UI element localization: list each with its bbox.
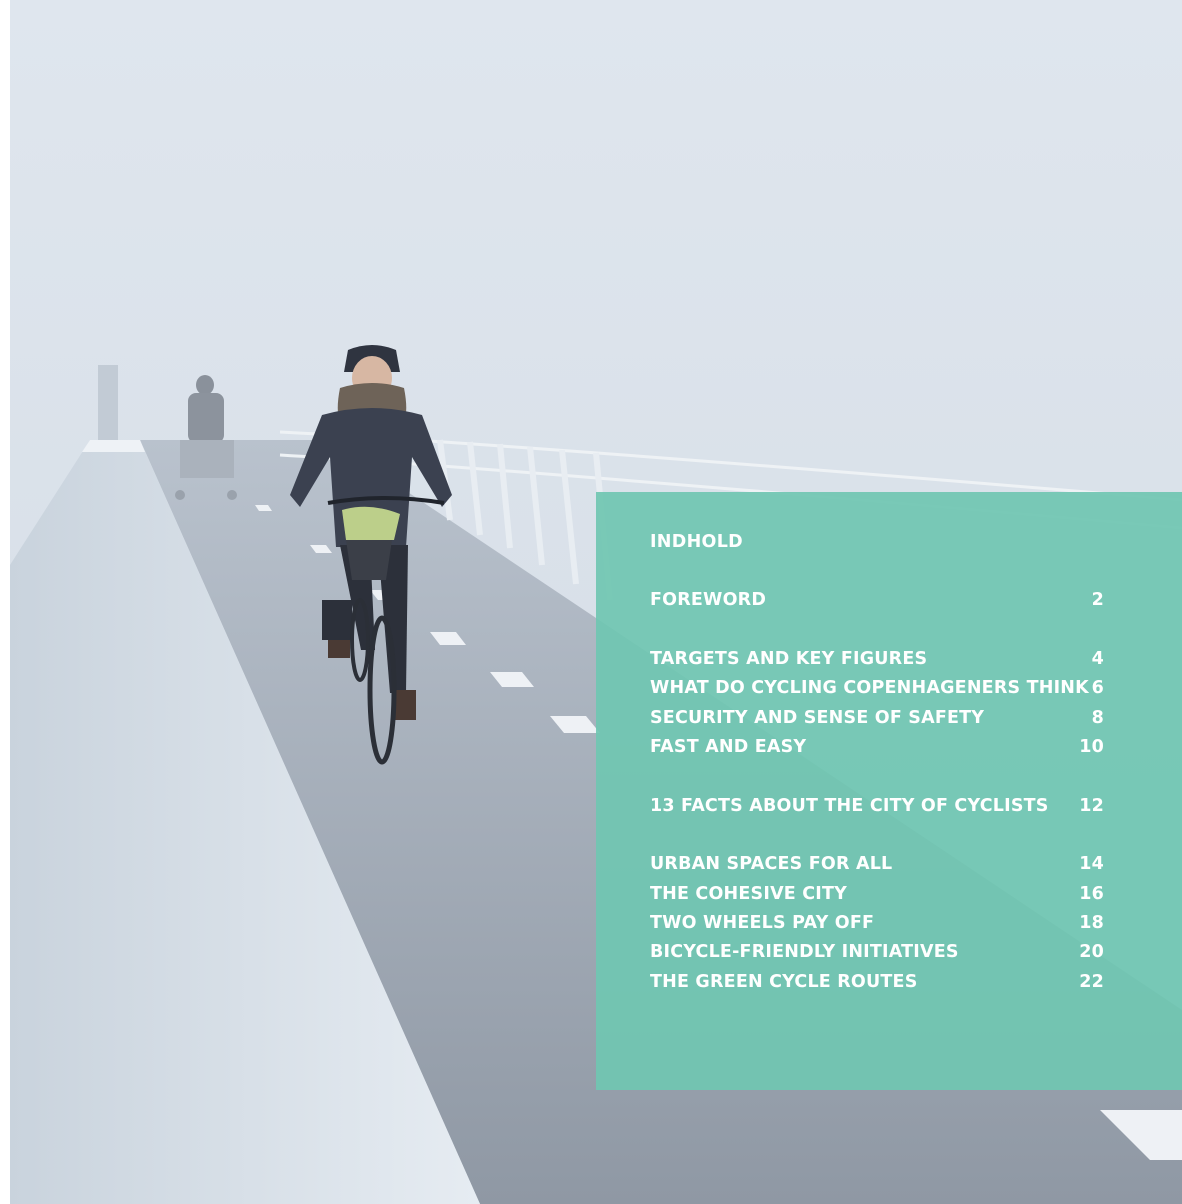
toc-entry-page: 4 xyxy=(1091,649,1104,669)
toc-entry-title: FOREWORD xyxy=(650,590,767,610)
toc-entry-title: FAST AND EASY xyxy=(650,737,807,757)
toc-entry: THE COHESIVE CITY 16 xyxy=(650,884,1104,908)
toc-entry-page: 10 xyxy=(1079,737,1104,757)
toc-entry-page: 8 xyxy=(1091,708,1104,728)
toc-entry: WHAT DO CYCLING COPENHAGENERS THINK 6 xyxy=(650,678,1104,702)
toc-entry-page: 22 xyxy=(1079,972,1104,992)
toc-entry: SECURITY AND SENSE OF SAFETY 8 xyxy=(650,708,1104,732)
toc-entry-title: SECURITY AND SENSE OF SAFETY xyxy=(650,708,985,728)
toc-entry-title: URBAN SPACES FOR ALL xyxy=(650,854,893,874)
toc-entry-title: 13 FACTS ABOUT THE CITY OF CYCLISTS xyxy=(650,796,1049,816)
toc-entry: 13 FACTS ABOUT THE CITY OF CYCLISTS 12 xyxy=(650,796,1104,820)
toc-entry-page: 18 xyxy=(1079,913,1104,933)
toc-entry: FOREWORD 2 xyxy=(650,590,1104,614)
page-margin xyxy=(0,0,10,1204)
toc-entry-page: 16 xyxy=(1079,884,1104,904)
toc-entry-page: 2 xyxy=(1091,590,1104,610)
toc-entry-title: BICYCLE-FRIENDLY INITIATIVES xyxy=(650,942,959,962)
toc-entry-page: 6 xyxy=(1091,678,1104,698)
toc-entry-page: 20 xyxy=(1079,942,1104,962)
toc-entry-page: 12 xyxy=(1079,796,1104,816)
toc-entry-title: THE COHESIVE CITY xyxy=(650,884,848,904)
toc-entry: BICYCLE-FRIENDLY INITIATIVES 20 xyxy=(650,942,1104,966)
document-page: INDHOLD FOREWORD 2 TARGETS AND KEY FIGUR… xyxy=(0,0,1182,1204)
toc-entry-title: WHAT DO CYCLING COPENHAGENERS THINK xyxy=(650,678,1089,698)
toc-entry: TWO WHEELS PAY OFF 18 xyxy=(650,913,1104,937)
toc-entry: FAST AND EASY 10 xyxy=(650,737,1104,761)
toc-entry: TARGETS AND KEY FIGURES 4 xyxy=(650,649,1104,673)
toc-entry: THE GREEN CYCLE ROUTES 22 xyxy=(650,972,1104,996)
toc-title: INDHOLD xyxy=(650,532,743,552)
toc-entry-title: TARGETS AND KEY FIGURES xyxy=(650,649,928,669)
toc-entry: URBAN SPACES FOR ALL 14 xyxy=(650,854,1104,878)
toc-entry-title: TWO WHEELS PAY OFF xyxy=(650,913,875,933)
toc-entry-page: 14 xyxy=(1079,854,1104,874)
toc-entry-title: THE GREEN CYCLE ROUTES xyxy=(650,972,918,992)
table-of-contents: INDHOLD FOREWORD 2 TARGETS AND KEY FIGUR… xyxy=(596,492,1182,1090)
